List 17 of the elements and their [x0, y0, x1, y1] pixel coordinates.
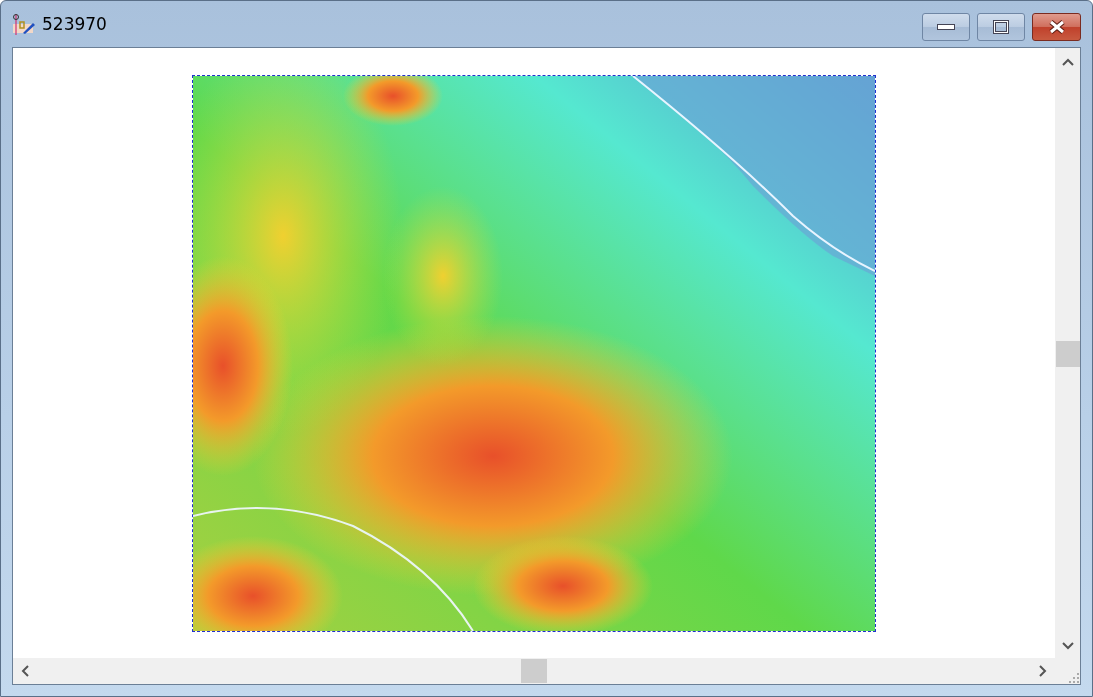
- vertical-scrollbar[interactable]: [1055, 48, 1080, 658]
- scroll-right-icon[interactable]: [1039, 665, 1047, 677]
- maximize-icon: [993, 20, 1009, 34]
- scroll-down-icon[interactable]: [1061, 642, 1074, 650]
- scroll-thumb[interactable]: [521, 659, 547, 683]
- scroll-up-icon[interactable]: [1061, 58, 1074, 66]
- horizontal-scrollbar[interactable]: [13, 658, 1055, 684]
- close-icon: [1047, 20, 1066, 34]
- app-icon: [12, 12, 36, 36]
- scroll-thumb[interactable]: [1055, 341, 1080, 367]
- resize-grip-icon[interactable]: [1068, 672, 1080, 684]
- minimize-icon: [937, 24, 955, 30]
- maximize-button[interactable]: [977, 13, 1025, 41]
- scroll-left-icon[interactable]: [21, 665, 29, 677]
- close-button[interactable]: [1032, 13, 1081, 41]
- minimize-button[interactable]: [922, 13, 970, 41]
- window-title: 523970: [42, 14, 108, 34]
